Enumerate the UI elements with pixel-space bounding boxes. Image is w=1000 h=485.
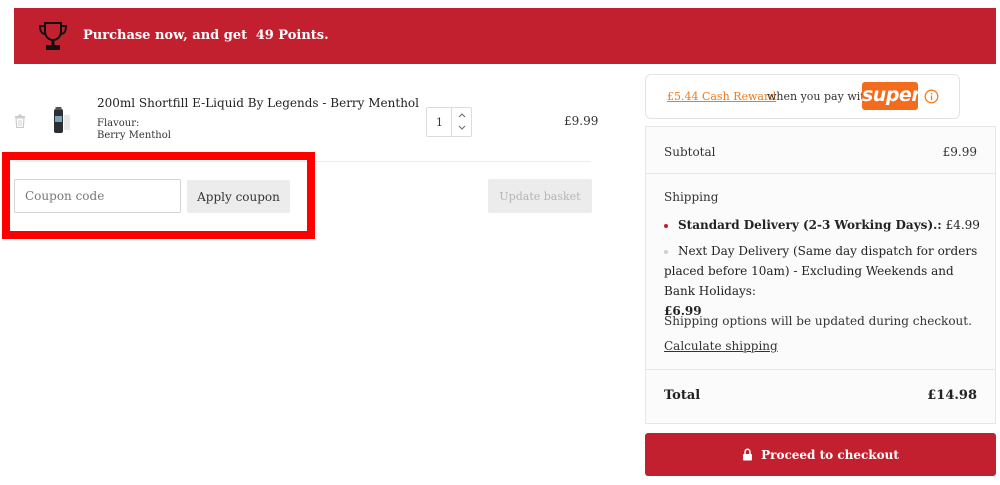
shipping-option-next-day[interactable]: Next Day Delivery (Same day dispatch for… (664, 241, 984, 321)
subtotal-label: Subtotal (664, 145, 716, 159)
cart-totals-panel: Subtotal £9.99 Shipping Standard Deliver… (645, 126, 996, 424)
product-thumbnail[interactable] (42, 106, 76, 136)
chevron-down-icon[interactable] (458, 125, 466, 131)
trophy-icon (38, 22, 68, 50)
banner-points: 49 Points. (255, 28, 329, 43)
info-icon[interactable] (924, 89, 939, 104)
quantity-stepper[interactable]: 1 (426, 107, 472, 137)
proceed-to-checkout-button[interactable]: Proceed to checkout (645, 433, 996, 476)
shipping-note: Shipping options will be updated during … (664, 314, 972, 328)
cash-reward-text: when you pay with (767, 90, 872, 103)
super-logo: super (862, 82, 921, 110)
apply-coupon-button[interactable]: Apply coupon (187, 180, 290, 213)
shipping-option-next-day-text: Next Day Delivery (Same day dispatch for… (664, 244, 978, 298)
points-banner: Purchase now, and get 49 Points. (14, 8, 996, 64)
shipping-option-standard[interactable]: Standard Delivery (2-3 Working Days).: £… (664, 218, 980, 232)
subtotal-row: Subtotal £9.99 (646, 127, 995, 174)
total-value: £14.98 (927, 388, 977, 403)
cash-reward-link[interactable]: £5.44 Cash Reward (667, 90, 776, 103)
trash-icon[interactable] (14, 114, 26, 128)
subtotal-value: £9.99 (942, 145, 977, 159)
flavour-value: Berry Menthol (97, 130, 171, 141)
coupon-code-input[interactable] (14, 179, 181, 213)
lock-icon (743, 447, 753, 460)
update-basket-button[interactable]: Update basket (488, 179, 592, 213)
shipping-option-standard-name: Standard Delivery (2-3 Working Days).: (678, 218, 942, 232)
shipping-option-standard-price: £4.99 (945, 218, 980, 232)
product-name-link[interactable]: 200ml Shortfill E-Liquid By Legends - Be… (97, 96, 419, 110)
total-label: Total (664, 388, 701, 403)
flavour-label: Flavour: (97, 118, 140, 129)
total-divider (646, 369, 995, 370)
chevron-up-icon[interactable] (458, 112, 466, 118)
banner-text: Purchase now, and get (83, 28, 248, 43)
selected-radio-icon[interactable] (664, 223, 668, 228)
shipping-label: Shipping (664, 190, 719, 204)
checkout-label: Proceed to checkout (761, 447, 899, 462)
cash-reward-box: £5.44 Cash Reward when you pay with supe… (645, 74, 960, 119)
quantity-value[interactable]: 1 (436, 116, 443, 129)
item-price: £9.99 (564, 114, 599, 128)
unselected-radio-icon[interactable] (664, 249, 668, 254)
calculate-shipping-link[interactable]: Calculate shipping (664, 339, 778, 353)
